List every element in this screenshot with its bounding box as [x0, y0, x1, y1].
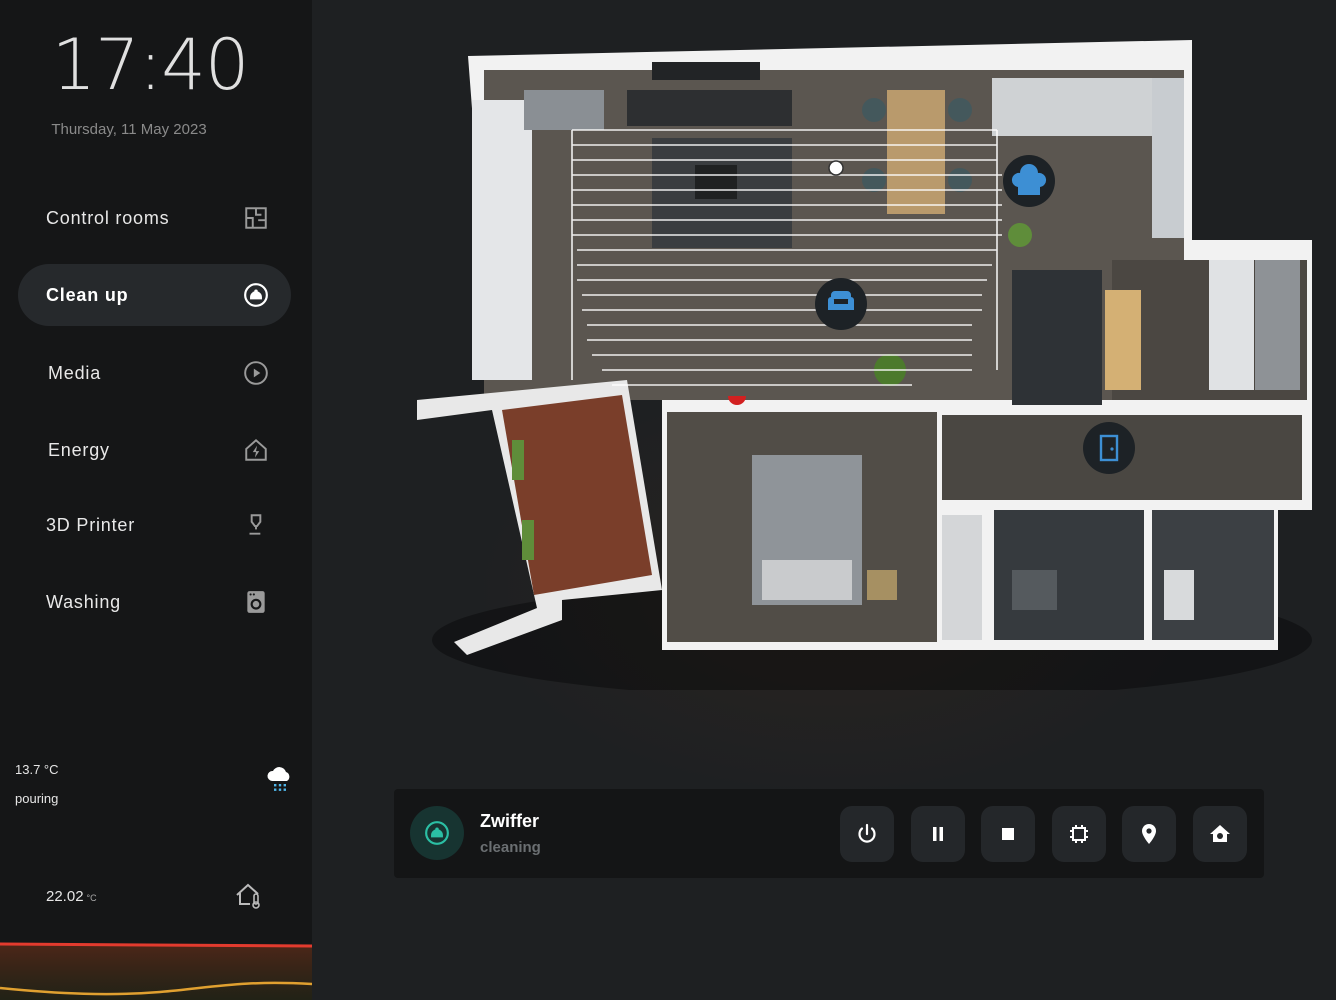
pause-icon	[933, 827, 943, 841]
main-area: Zwiffer cleaning	[312, 0, 1336, 1000]
zone-clean-button[interactable]	[1052, 806, 1106, 862]
printer-3d-nozzle-icon	[243, 512, 269, 538]
dashboard: 17:40 Thursday, 11 May 2023 Control room…	[0, 0, 1336, 1000]
indoor-temperature-value: 22.02	[46, 888, 84, 905]
menu-item-label: Control rooms	[46, 207, 170, 228]
door-icon[interactable]	[1083, 422, 1135, 474]
clock-date: Thursday, 11 May 2023	[51, 121, 207, 138]
home-dock-icon	[1210, 825, 1230, 842]
robot-vacuum-icon[interactable]	[410, 806, 464, 860]
select-zone-icon	[1070, 825, 1088, 843]
washing-machine-icon	[243, 589, 269, 615]
menu-item-clean-up[interactable]: Clean up	[18, 264, 291, 326]
menu-item-label: Washing	[46, 591, 121, 612]
weather-condition: pouring	[15, 791, 59, 806]
sofa-icon[interactable]	[815, 278, 867, 330]
locate-button[interactable]	[1122, 806, 1176, 862]
home-lightning-icon	[243, 437, 269, 463]
return-home-button[interactable]	[1193, 806, 1247, 862]
play-circle-icon	[243, 360, 269, 386]
chef-hat-icon[interactable]	[1003, 155, 1055, 207]
vacuum-card: Zwiffer cleaning	[394, 789, 1264, 878]
menu-item-energy[interactable]: Energy	[18, 419, 291, 481]
stop-button[interactable]	[981, 806, 1035, 862]
floorplan-map[interactable]	[412, 30, 1324, 690]
menu-item-media[interactable]: Media	[18, 342, 291, 404]
sparkline-red-series	[0, 942, 312, 948]
temperature-sparkline	[0, 942, 312, 1000]
menu-item-label: Media	[48, 362, 102, 383]
indoor-temperature-unit: °C	[86, 893, 97, 903]
home-thermometer-icon	[234, 880, 264, 910]
floorplan-icon	[243, 205, 269, 231]
menu-item-washing[interactable]: Washing	[18, 571, 291, 633]
robot-vacuum-icon	[243, 282, 269, 308]
vacuum-status: cleaning	[480, 839, 541, 856]
menu-item-label: 3D Printer	[46, 514, 136, 535]
sidebar: 17:40 Thursday, 11 May 2023 Control room…	[0, 0, 312, 1000]
menu-item-label: Clean up	[46, 284, 129, 305]
clock-time: 17:40	[51, 24, 250, 106]
indoor-temperature: 22.02 °C	[46, 888, 97, 905]
vacuum-name: Zwiffer	[480, 811, 540, 831]
weather-pouring-icon	[266, 765, 294, 795]
weather-temperature: 13.7 °C	[15, 762, 59, 777]
pause-button[interactable]	[911, 806, 965, 862]
menu-item-control-rooms[interactable]: Control rooms	[18, 187, 291, 249]
power-icon	[858, 823, 876, 843]
stop-icon	[1002, 828, 1014, 840]
map-marker-icon	[1142, 824, 1156, 844]
menu-item-label: Energy	[48, 439, 110, 460]
menu-item-3d-printer[interactable]: 3D Printer	[18, 494, 291, 556]
power-button[interactable]	[840, 806, 894, 862]
